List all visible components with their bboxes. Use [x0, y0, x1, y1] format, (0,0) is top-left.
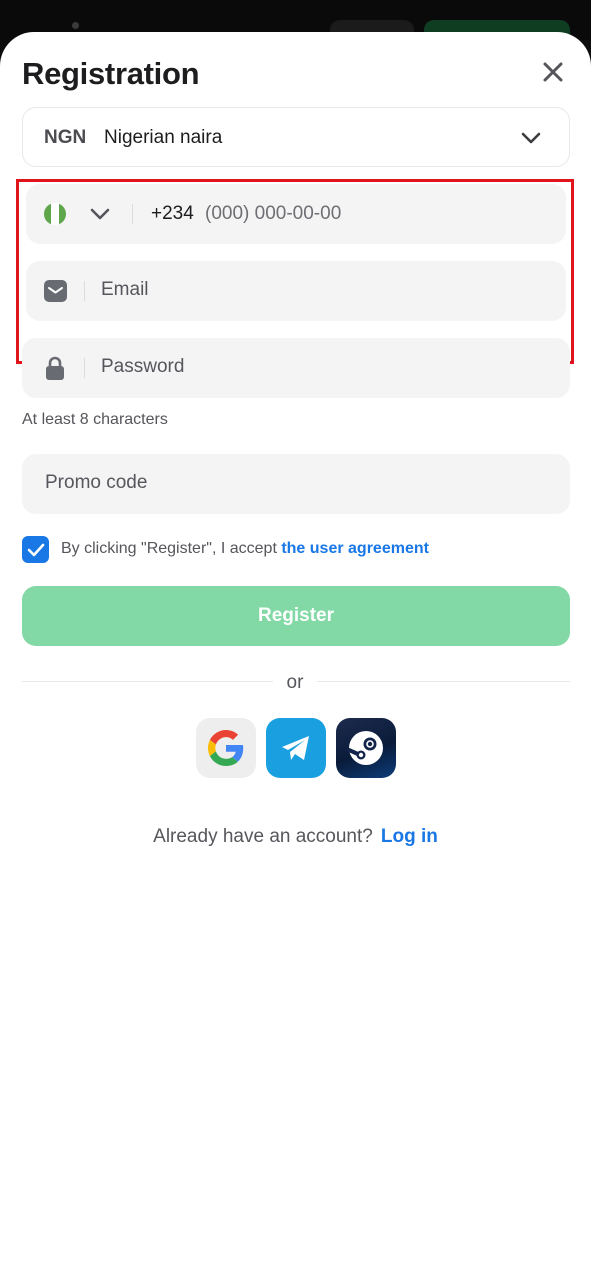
google-login-button[interactable] [196, 718, 256, 778]
password-hint: At least 8 characters [22, 411, 168, 428]
currency-name: Nigerian naira [104, 127, 223, 148]
checkmark-icon [27, 543, 45, 557]
currency-select[interactable]: NGN Nigerian naira [22, 107, 570, 167]
mail-icon [44, 280, 67, 302]
close-icon[interactable] [537, 56, 569, 88]
promo-code-input[interactable]: Promo code [45, 472, 147, 494]
divider [84, 281, 85, 301]
registration-sheet: Registration NGN Nigerian naira +234 (00… [0, 32, 591, 1280]
password-input[interactable]: Password [101, 356, 184, 378]
agreement-checkbox[interactable] [22, 536, 49, 563]
phone-prefix: +234 [151, 203, 194, 224]
nigeria-flag-icon[interactable] [44, 203, 66, 225]
lock-icon [46, 356, 64, 380]
promo-code-field[interactable]: Promo code [22, 454, 570, 514]
divider [132, 204, 133, 224]
telegram-login-button[interactable] [266, 718, 326, 778]
divider [84, 358, 85, 378]
camera-dot [72, 22, 79, 29]
register-button[interactable]: Register [22, 586, 570, 646]
login-prompt: Already have an account? Log in [153, 826, 438, 847]
steam-login-button[interactable] [336, 718, 396, 778]
chevron-down-icon[interactable] [88, 202, 112, 226]
email-input[interactable]: Email [101, 279, 149, 301]
divider-right [317, 681, 570, 682]
password-field[interactable]: Password [22, 338, 570, 398]
phone-input[interactable]: (000) 000-00-00 [205, 203, 341, 225]
page-title: Registration [22, 56, 200, 91]
or-separator: or [286, 672, 304, 693]
divider-left [22, 681, 273, 682]
login-link[interactable]: Log in [381, 826, 438, 847]
chevron-down-icon [521, 132, 541, 144]
email-field[interactable]: Email [26, 261, 566, 321]
google-icon [208, 730, 244, 766]
agreement-text: By clicking "Register", I accept the use… [61, 540, 429, 557]
telegram-icon [282, 736, 309, 760]
currency-code: NGN [44, 127, 87, 148]
phone-field[interactable]: +234 (000) 000-00-00 [26, 184, 566, 244]
user-agreement-link[interactable]: the user agreement [281, 540, 429, 557]
steam-icon [347, 731, 383, 765]
